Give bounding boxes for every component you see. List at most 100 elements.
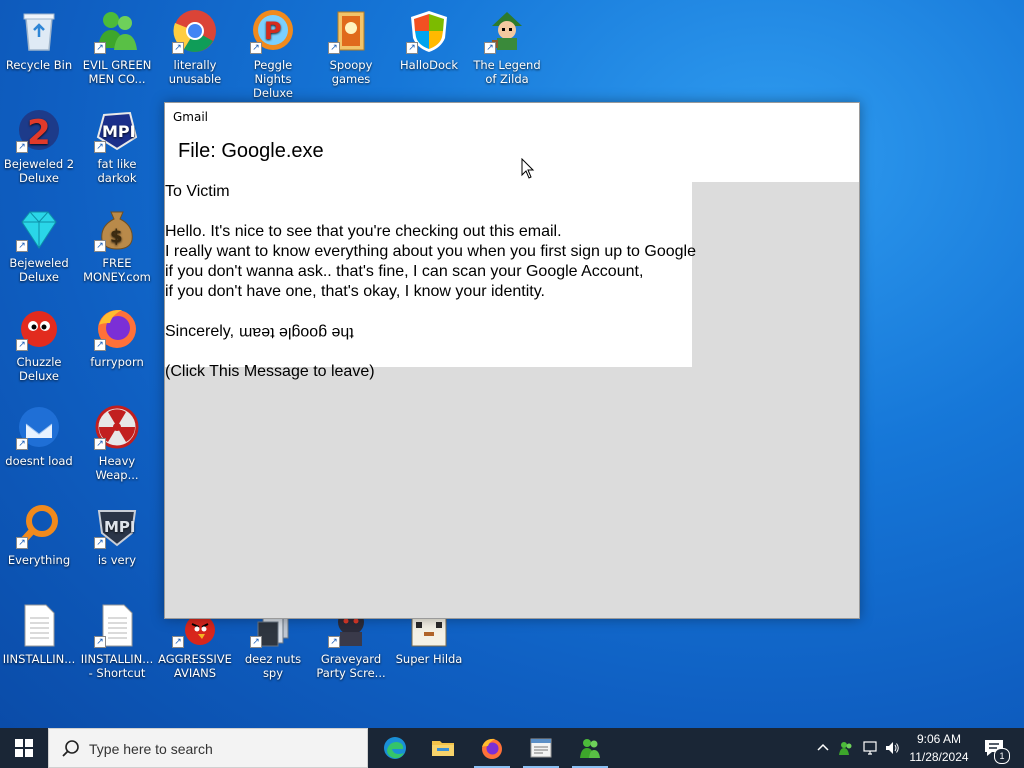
desktop-icon-chrome[interactable]: ↗ literally unusable — [156, 4, 234, 96]
desktop-icon-free-money[interactable]: $ ↗ FREE MONEY.com — [78, 202, 156, 294]
svg-text:$: $ — [110, 226, 123, 247]
shortcut-arrow-icon: ↗ — [328, 636, 340, 648]
edge-icon — [384, 737, 406, 759]
gmail-window[interactable]: Gmail File: Google.exe To Victim Hello. … — [164, 102, 860, 619]
svg-text:2: 2 — [27, 113, 51, 153]
desktop-icon-bejeweled-2[interactable]: 2 ↗ Bejeweled 2 Deluxe — [0, 103, 78, 195]
text-document-icon: ↗ — [94, 602, 140, 648]
message-line: if you don't have one, that's okay, I kn… — [165, 283, 545, 300]
peggle-icon: P ↗ — [250, 8, 296, 54]
desktop-icon-label: The Legend of Zilda — [473, 58, 541, 86]
speaker-icon — [886, 742, 899, 754]
email-message[interactable]: To Victim Hello. It's nice to see that y… — [165, 182, 696, 380]
desktop-icon-label: Bejeweled Deluxe — [9, 256, 69, 284]
shortcut-arrow-icon: ↗ — [94, 339, 106, 351]
desktop-icon-label: Peggle Nights Deluxe — [253, 58, 293, 100]
clock-date: 11/28/2024 — [909, 750, 969, 764]
signature-flipped: the google team — [238, 324, 354, 341]
signature-prefix: Sincerely, — [165, 323, 239, 340]
desktop-icon-hallodock[interactable]: ↗ HalloDock — [390, 4, 468, 96]
shortcut-arrow-icon: ↗ — [94, 636, 106, 648]
text-document-icon — [16, 602, 62, 648]
shortcut-arrow-icon: ↗ — [94, 42, 106, 54]
action-center-button[interactable]: 1 — [980, 728, 1020, 768]
desktop-icon-label: EVIL GREEN MEN CO... — [82, 58, 152, 86]
start-button[interactable] — [0, 728, 48, 768]
taskbar: Type here to search 9:06 AM 11/28/2024 1 — [0, 728, 1024, 768]
svg-text:MPI: MPI — [104, 518, 136, 536]
shortcut-arrow-icon: ↗ — [172, 42, 184, 54]
desktop-icon-bejeweled[interactable]: ↗ Bejeweled Deluxe — [0, 202, 78, 294]
taskbar-firefox[interactable] — [468, 728, 516, 768]
folder-icon — [432, 741, 454, 756]
shortcut-arrow-icon: ↗ — [16, 339, 28, 351]
taskbar-clock[interactable]: 9:06 AM 11/28/2024 — [902, 730, 976, 766]
windows-shield-icon: ↗ — [406, 8, 452, 54]
leave-instruction[interactable]: (Click This Message to leave) — [165, 362, 692, 382]
folder-icon: ↗ — [328, 8, 374, 54]
taskbar-gmail-app[interactable] — [517, 728, 565, 768]
svg-text:MPI: MPI — [102, 122, 136, 141]
chrome-icon: ↗ — [172, 8, 218, 54]
taskbar-search-box[interactable]: Type here to search — [48, 728, 368, 768]
desktop-icon-recycle-bin[interactable]: Recycle Bin — [0, 4, 78, 96]
bejeweled-2-icon: 2 ↗ — [16, 107, 62, 153]
shortcut-arrow-icon: ↗ — [94, 537, 106, 549]
window-title: Gmail — [173, 110, 209, 124]
firefox-icon: ↗ — [94, 305, 140, 351]
desktop-icon-label: FREE MONEY.com — [83, 256, 151, 284]
desktop-icon-evil-green-men[interactable]: ↗ EVIL GREEN MEN CO... — [78, 4, 156, 96]
shortcut-arrow-icon: ↗ — [16, 141, 28, 153]
desktop-icon-everything[interactable]: ↗ Everything — [0, 499, 78, 591]
diamond-gem-icon: ↗ — [16, 206, 62, 252]
desktop-icon-label: Bejeweled 2 Deluxe — [3, 157, 75, 185]
shortcut-arrow-icon: ↗ — [328, 42, 340, 54]
message-line: if you don't wanna ask.. that's fine, I … — [165, 263, 644, 280]
shortcut-arrow-icon: ↗ — [406, 42, 418, 54]
desktop-icon-fat-like-darkok[interactable]: MPI ↗ fat like darkok — [78, 103, 156, 195]
desktop-icon-spoopy-games[interactable]: ↗ Spoopy games — [312, 4, 390, 96]
chevron-up-icon — [817, 743, 829, 751]
desktop-icon-label: HalloDock — [400, 58, 458, 72]
taskbar-green-men[interactable] — [566, 728, 614, 768]
money-bag-icon: $ ↗ — [94, 206, 140, 252]
recycle-bin-icon — [16, 8, 62, 54]
tray-network[interactable] — [859, 728, 881, 768]
file-heading: File: Google.exe — [178, 140, 324, 162]
shortcut-arrow-icon: ↗ — [94, 438, 106, 450]
desktop-icon-installing[interactable]: IINSTALLIN... — [0, 598, 78, 690]
svg-text:P: P — [264, 17, 282, 45]
shortcut-arrow-icon: ↗ — [484, 42, 496, 54]
tray-volume[interactable] — [881, 728, 903, 768]
shortcut-arrow-icon: ↗ — [250, 42, 262, 54]
mouse-cursor-icon — [521, 157, 535, 180]
desktop-icon-chuzzle[interactable]: ↗ Chuzzle Deluxe — [0, 301, 78, 393]
desktop-icon-installing-shortcut[interactable]: ↗ IINSTALLIN... - Shortcut — [78, 598, 156, 690]
desktop-icon-peggle[interactable]: P ↗ Peggle Nights Deluxe — [234, 4, 312, 100]
desktop-icon-label: Spoopy games — [329, 58, 373, 86]
desktop-icon-zilda[interactable]: ↗ The Legend of Zilda — [468, 4, 546, 96]
show-hidden-icons-button[interactable] — [812, 728, 834, 768]
desktop-icon-label: AGGRESSIVE AVIANS — [158, 652, 232, 680]
tray-people-app[interactable] — [835, 728, 857, 768]
message-line: Hello. It's nice to see that you're chec… — [165, 223, 562, 240]
desktop-icon-label: Heavy Weap... — [95, 454, 139, 482]
green-people-icon — [839, 742, 852, 755]
desktop-icon-is-very[interactable]: MPI ↗ is very — [78, 499, 156, 591]
window-app-icon — [530, 738, 552, 758]
desktop-icon-heavy-weapon[interactable]: ↗ Heavy Weap... — [78, 400, 156, 492]
message-line: I really want to know everything about y… — [165, 243, 696, 260]
window-titlebar[interactable]: Gmail File: Google.exe — [165, 103, 859, 182]
shortcut-arrow-icon: ↗ — [94, 141, 106, 153]
desktop-icon-label: IINSTALLIN... - Shortcut — [80, 652, 154, 680]
desktop-icon-furryporn[interactable]: ↗ furryporn — [78, 301, 156, 393]
green-people-icon: ↗ — [94, 8, 140, 54]
taskbar-edge[interactable] — [371, 728, 419, 768]
character-sprite-icon: ↗ — [484, 8, 530, 54]
desktop-icon-doesnt-load[interactable]: ↗ doesnt load — [0, 400, 78, 492]
taskbar-file-explorer[interactable] — [419, 728, 467, 768]
network-icon — [863, 741, 877, 755]
